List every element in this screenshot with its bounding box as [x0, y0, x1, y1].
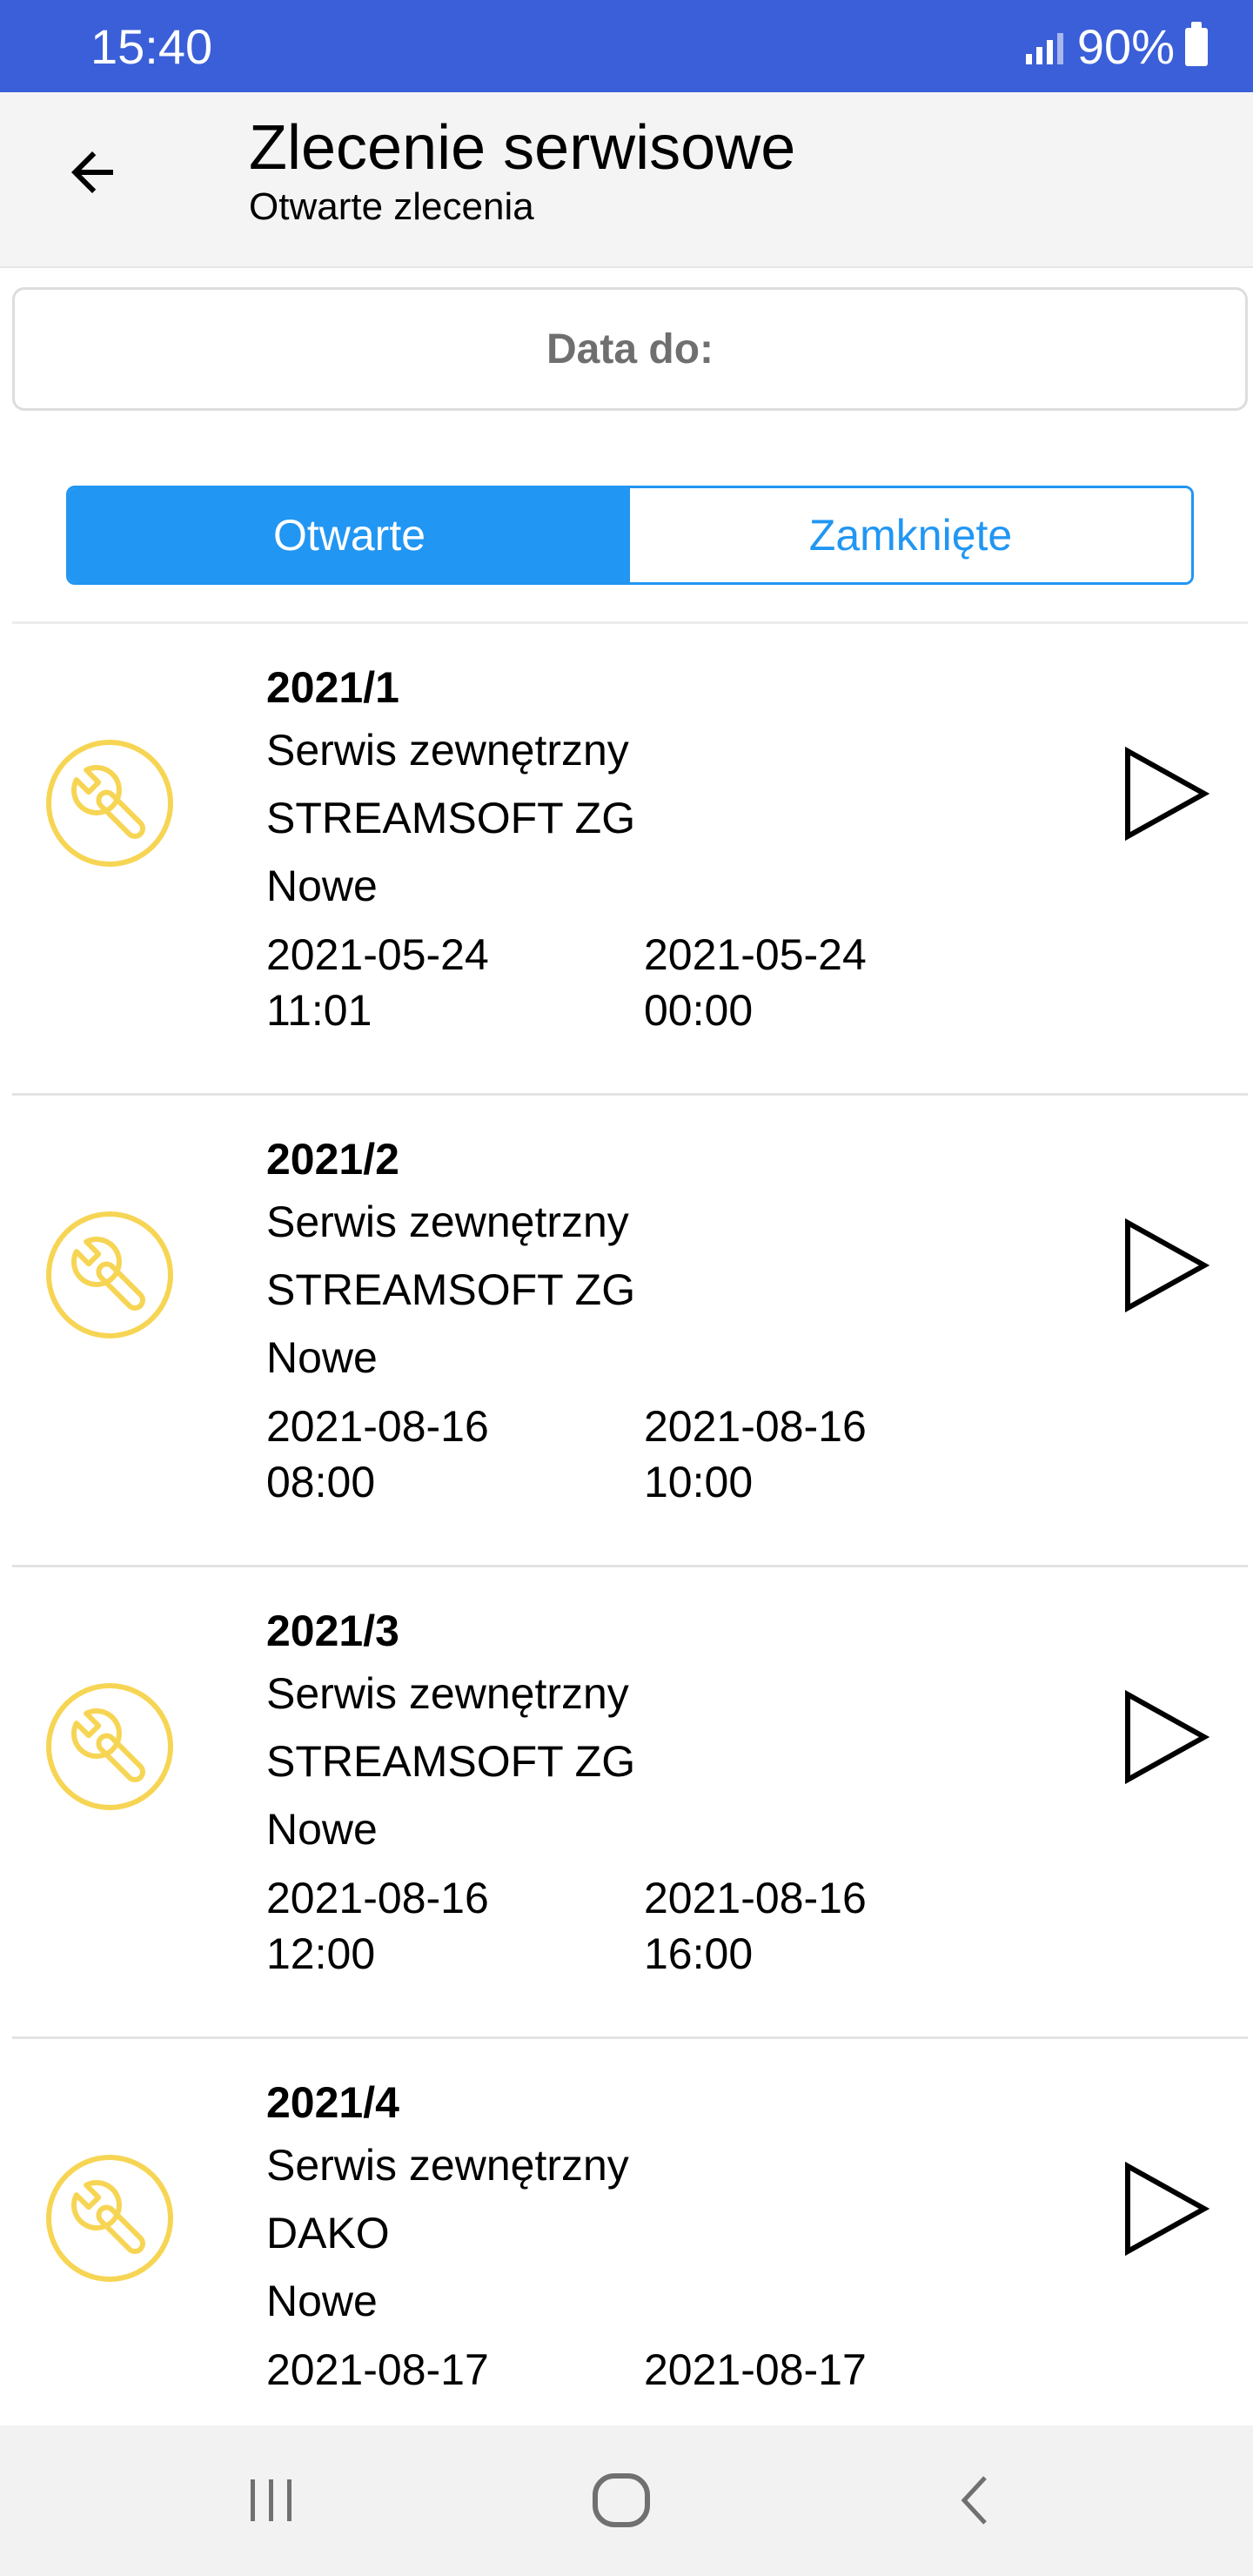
recents-button[interactable]	[228, 2457, 315, 2544]
order-type: Serwis zewnętrzny	[266, 2141, 629, 2190]
home-icon	[593, 2473, 650, 2527]
order-start-time: 11:01	[266, 986, 372, 1035]
order-end-time: 00:00	[644, 986, 754, 1035]
order-start-time: 12:00	[266, 1929, 376, 1978]
status-bar: 15:40 90%	[0, 0, 1253, 92]
order-type: Serwis zewnętrzny	[266, 1197, 629, 1246]
order-details: 2021/1 Serwis zewnętrzny STREAMSOFT ZG Nowe…	[266, 661, 1074, 1038]
order-status: Nowe	[266, 1333, 378, 1382]
order-start-time: 08:00	[266, 1458, 376, 1506]
order-end-time: 16:00	[644, 1929, 754, 1978]
order-start: 2021-05-24 11:01	[266, 927, 644, 1038]
arrow-left-icon	[71, 151, 113, 193]
order-end: 2021-05-24 00:00	[644, 927, 1022, 1038]
tab-closed[interactable]: Zamknięte	[630, 488, 1191, 582]
play-icon[interactable]	[1122, 1689, 1210, 1785]
order-card[interactable]: 2021/3 Serwis zewnętrzny STREAMSOFT ZG Nowe…	[12, 1567, 1248, 2039]
order-type: Serwis zewnętrzny	[266, 726, 629, 775]
home-button[interactable]	[578, 2457, 665, 2544]
app-bar: Zlecenie serwisowe Otwarte zlecenia	[0, 92, 1253, 268]
order-start: 2021-08-16 12:00	[266, 1870, 644, 1982]
orders-list: 2021/1 Serwis zewnętrzny STREAMSOFT ZG Nowe…	[12, 624, 1248, 2425]
order-details: 2021/2 Serwis zewnętrzny STREAMSOFT ZG Nowe…	[266, 1132, 1074, 1510]
play-icon[interactable]	[1122, 1218, 1210, 1313]
order-client: DAKO	[266, 2209, 390, 2257]
system-nav-bar	[0, 2425, 1253, 2576]
system-back-button[interactable]	[931, 2457, 1018, 2544]
wrench-icon	[44, 1209, 176, 1341]
order-status: Nowe	[266, 862, 378, 910]
order-dates: 2021-08-16 12:00 2021-08-16 16:00	[266, 1870, 1074, 1982]
recents-icon	[251, 2479, 291, 2521]
order-end: 2021-08-16 16:00	[644, 1870, 1022, 1982]
order-end-date: 2021-08-16	[644, 1402, 867, 1451]
order-type: Serwis zewnętrzny	[266, 1669, 629, 1718]
order-end: 2021-08-16 10:00	[644, 1399, 1022, 1510]
back-icon	[961, 2476, 987, 2525]
tab-open[interactable]: Otwarte	[69, 488, 630, 582]
order-end-date: 2021-08-16	[644, 1874, 867, 1922]
order-card[interactable]: 2021/4 Serwis zewnętrzny DAKO Nowe 2021-08-1…	[12, 2039, 1248, 2425]
order-end-date: 2021-05-24	[644, 930, 867, 979]
status-time: 15:40	[90, 19, 213, 74]
order-client: STREAMSOFT ZG	[266, 794, 636, 842]
status-tabs: Otwarte Zamknięte	[66, 486, 1194, 585]
signal-icon	[1025, 30, 1063, 64]
order-client: STREAMSOFT ZG	[266, 1737, 636, 1786]
status-indicators: 90%	[1025, 19, 1208, 74]
order-start: 2021-08-16 08:00	[266, 1399, 644, 1510]
wrench-icon	[44, 1680, 176, 1813]
order-start-date: 2021-05-24	[266, 930, 489, 979]
order-end: 2021-08-17	[644, 2342, 1022, 2398]
order-number: 2021/4	[266, 2078, 399, 2127]
order-dates: 2021-08-17 2021-08-17	[266, 2342, 1074, 2398]
order-start: 2021-08-17	[266, 2342, 644, 2398]
order-dates: 2021-08-16 08:00 2021-08-16 10:00	[266, 1399, 1074, 1510]
order-end-time: 10:00	[644, 1458, 754, 1506]
page-title: Zlecenie serwisowe	[249, 113, 796, 183]
order-start-date: 2021-08-16	[266, 1874, 489, 1922]
wrench-icon	[44, 2152, 176, 2284]
date-to-field[interactable]: Data do:	[12, 287, 1248, 411]
order-card[interactable]: 2021/1 Serwis zewnętrzny STREAMSOFT ZG Nowe…	[12, 624, 1248, 1096]
order-end-date: 2021-08-17	[644, 2345, 867, 2394]
battery-icon	[1185, 22, 1208, 66]
play-icon[interactable]	[1122, 2161, 1210, 2257]
order-start-date: 2021-08-16	[266, 1402, 489, 1451]
order-start-date: 2021-08-17	[266, 2345, 489, 2394]
back-button[interactable]	[49, 129, 136, 216]
order-number: 2021/3	[266, 1607, 399, 1655]
order-details: 2021/4 Serwis zewnętrzny DAKO Nowe 2021-08-1…	[266, 2076, 1074, 2398]
order-details: 2021/3 Serwis zewnętrzny STREAMSOFT ZG Nowe…	[266, 1604, 1074, 1982]
order-dates: 2021-05-24 11:01 2021-05-24 00:00	[266, 927, 1074, 1038]
order-status: Nowe	[266, 2277, 378, 2325]
order-client: STREAMSOFT ZG	[266, 1265, 636, 1314]
page-subtitle: Otwarte zlecenia	[249, 185, 534, 228]
order-card[interactable]: 2021/2 Serwis zewnętrzny STREAMSOFT ZG Nowe…	[12, 1096, 1248, 1567]
order-number: 2021/1	[266, 663, 399, 712]
order-status: Nowe	[266, 1805, 378, 1854]
battery-percent: 90%	[1076, 19, 1175, 74]
play-icon[interactable]	[1122, 746, 1210, 842]
order-number: 2021/2	[266, 1135, 399, 1184]
wrench-icon	[44, 737, 176, 869]
date-to-label: Data do:	[546, 325, 714, 372]
